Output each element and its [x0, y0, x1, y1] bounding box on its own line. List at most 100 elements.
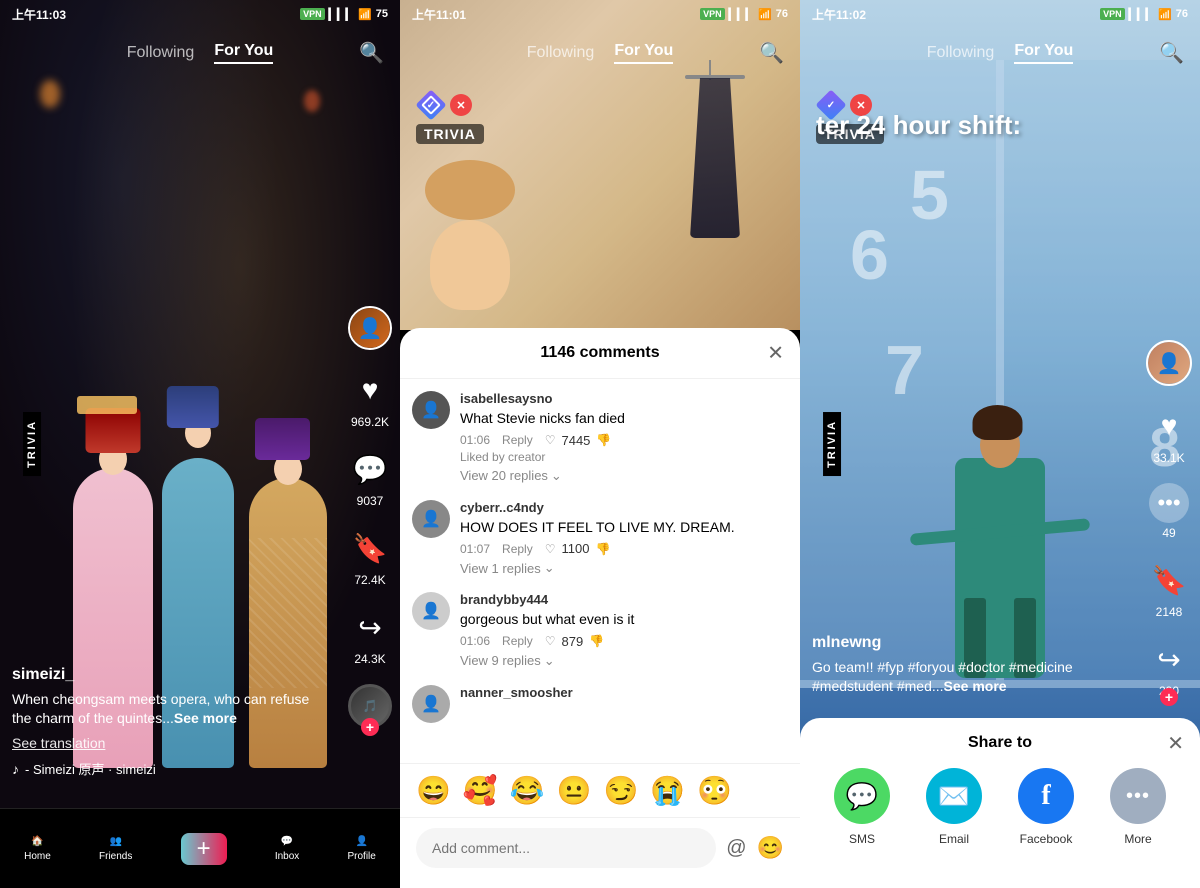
bookmark-count-3: 2148 — [1156, 605, 1183, 619]
search-icon-1[interactable]: 🔍 — [359, 41, 384, 66]
share-more[interactable]: ••• More — [1110, 768, 1166, 846]
share-close-button[interactable]: ✕ — [1167, 731, 1184, 756]
see-more-3[interactable]: See more — [944, 678, 1007, 694]
comment-username-0[interactable]: isabellesaysno — [460, 391, 788, 406]
comment-avatar-1[interactable]: 👤 — [412, 500, 450, 538]
comment-reply-btn-1[interactable]: Reply — [502, 542, 533, 556]
nav-inbox-1[interactable]: 💬 Inbox — [275, 836, 299, 862]
like-action-1[interactable]: ♥ 969.2K — [348, 368, 392, 429]
view-replies-2[interactable]: View 9 replies ⌄ — [460, 653, 788, 669]
comment-action-3[interactable]: ••• 49 — [1149, 483, 1189, 540]
battery-2: 76 — [776, 8, 788, 20]
like-count-1: 969.2K — [351, 415, 389, 429]
view-replies-0[interactable]: View 20 replies ⌄ — [460, 468, 788, 484]
nav-following-1[interactable]: Following — [127, 44, 195, 62]
nav-friends-1[interactable]: 👥 Friends — [99, 836, 132, 862]
battery-3: 76 — [1176, 8, 1188, 20]
comment-input-row: @ 😊 — [400, 817, 800, 888]
emoji-row: 😄 🥰 😂 😐 😏 😭 😳 — [400, 763, 800, 817]
comments-close-button[interactable]: ✕ — [767, 341, 784, 366]
nav-foryou-2[interactable]: For You — [614, 42, 673, 64]
username-3[interactable]: mlnewng — [812, 634, 1130, 652]
comment-reply-btn-0[interactable]: Reply — [502, 433, 533, 447]
follow-button-1[interactable]: + — [361, 718, 379, 736]
status-bar-2: 上午11:01 VPN ▎▎▎ 📶 76 — [400, 0, 800, 28]
comment-count-1: 9037 — [357, 494, 384, 508]
emoji-0[interactable]: 😄 — [416, 774, 451, 807]
comment-reply-btn-2[interactable]: Reply — [502, 634, 533, 648]
comment-item-2: 👤 brandybby444 gorgeous but what even is… — [412, 592, 788, 669]
inbox-icon-1: 💬 — [281, 836, 293, 847]
sms-icon: 💬 — [834, 768, 890, 824]
see-more-1[interactable]: See more — [174, 710, 237, 726]
heart-icon-c1: ♡ — [545, 542, 556, 556]
mention-icon[interactable]: @ — [726, 837, 746, 860]
more-label: More — [1124, 832, 1151, 846]
comment-action-1[interactable]: 💬 9037 — [348, 447, 392, 508]
nav-header-3: Following For You 🔍 — [800, 28, 1200, 78]
user-avatar-3[interactable]: 👤 — [1146, 340, 1192, 386]
share-action-1[interactable]: ↪ 24.3K — [348, 605, 392, 666]
like-count-c1: 1100 — [561, 541, 589, 556]
bookmark-action-1[interactable]: 🔖 72.4K — [348, 526, 392, 587]
comment-like-2[interactable]: ♡ 879 👎 — [545, 634, 604, 649]
comment-username-1[interactable]: cyberr..c4ndy — [460, 500, 788, 515]
comment-text-2: gorgeous but what even is it — [460, 610, 788, 630]
comment-like-0[interactable]: ♡ 7445 👎 — [545, 433, 612, 448]
search-icon-2[interactable]: 🔍 — [759, 41, 784, 66]
user-avatar-1[interactable]: 👤 — [348, 306, 392, 350]
comment-time-0: 01:06 — [460, 433, 490, 447]
nav-header-2: Following For You 🔍 — [400, 28, 800, 78]
follow-button-3[interactable]: + — [1160, 688, 1178, 706]
nav-foryou-1[interactable]: For You — [214, 42, 273, 64]
panel-3: TRIVIA ✓ ✕ TRIVIA 上午11:02 VPN ▎▎▎ 📶 76 F… — [800, 0, 1200, 888]
status-time-1: 上午11:03 — [12, 6, 66, 23]
translate-btn-1[interactable]: See translation — [12, 735, 330, 751]
view-replies-1[interactable]: View 1 replies ⌄ — [460, 560, 788, 576]
vertical-trivia-label: TRIVIA — [23, 412, 41, 476]
panel-2: ✓ ✕ TRIVIA 上午11:01 VPN ▎▎▎ 📶 76 Followin… — [400, 0, 800, 888]
share-facebook[interactable]: f Facebook — [1018, 768, 1074, 846]
comment-body-1: cyberr..c4ndy HOW DOES IT FEEL TO LIVE M… — [460, 500, 788, 577]
comment-username-3[interactable]: nanner_smoosher — [460, 685, 788, 700]
comment-time-2: 01:06 — [460, 634, 490, 648]
home-label-1: Home — [24, 851, 51, 862]
comment-username-2[interactable]: brandybby444 — [460, 592, 788, 607]
comment-avatar-0[interactable]: 👤 — [412, 391, 450, 429]
emoji-6[interactable]: 😳 — [697, 774, 732, 807]
share-icon-1: ↪ — [348, 605, 392, 649]
comment-icon-1: 💬 — [348, 447, 392, 491]
emoji-2[interactable]: 😂 — [510, 774, 545, 807]
comment-item-3: 👤 nanner_smoosher — [412, 685, 788, 723]
comment-avatar-2[interactable]: 👤 — [412, 592, 450, 630]
nav-home-1[interactable]: 🏠 Home — [24, 836, 51, 862]
chevron-down-icon-1: ⌄ — [544, 560, 555, 576]
avatar-item-3: 👤 + — [1146, 340, 1192, 386]
emoji-5[interactable]: 😭 — [650, 774, 685, 807]
comments-list[interactable]: 👤 isabellesaysno What Stevie nicks fan d… — [400, 379, 800, 763]
emoji-picker-icon[interactable]: 😊 — [757, 835, 784, 861]
nav-following-2[interactable]: Following — [527, 44, 595, 62]
wifi-icon-1: 📶 — [358, 8, 372, 21]
bookmark-action-3[interactable]: 🔖 2148 — [1147, 558, 1191, 619]
nav-following-3[interactable]: Following — [927, 44, 995, 62]
side-actions-3: 👤 + ♥ 33.1K ••• 49 🔖 2148 ↪ 290 — [1146, 340, 1192, 698]
nav-links-3: Following For You — [927, 42, 1074, 64]
emoji-4[interactable]: 😏 — [604, 774, 639, 807]
share-sms[interactable]: 💬 SMS — [834, 768, 890, 846]
dislike-icon-c0: 👎 — [596, 433, 611, 447]
share-email[interactable]: ✉️ Email — [926, 768, 982, 846]
nav-profile-1[interactable]: 👤 Profile — [348, 836, 376, 862]
username-1[interactable]: simeizi_ — [12, 666, 330, 684]
trivia-icons-2: ✓ ✕ — [416, 90, 472, 120]
like-action-3[interactable]: ♥ 33.1K — [1147, 404, 1191, 465]
nav-foryou-3[interactable]: For You — [1014, 42, 1073, 64]
search-icon-3[interactable]: 🔍 — [1159, 41, 1184, 66]
comment-like-1[interactable]: ♡ 1100 👎 — [545, 541, 611, 556]
share-modal: Share to ✕ 💬 SMS ✉️ Email f Facebook •••… — [800, 718, 1200, 888]
emoji-3[interactable]: 😐 — [557, 774, 592, 807]
comment-input[interactable] — [416, 828, 716, 868]
nav-create-1[interactable]: + — [181, 833, 227, 865]
comment-avatar-3[interactable]: 👤 — [412, 685, 450, 723]
emoji-1[interactable]: 🥰 — [463, 774, 498, 807]
